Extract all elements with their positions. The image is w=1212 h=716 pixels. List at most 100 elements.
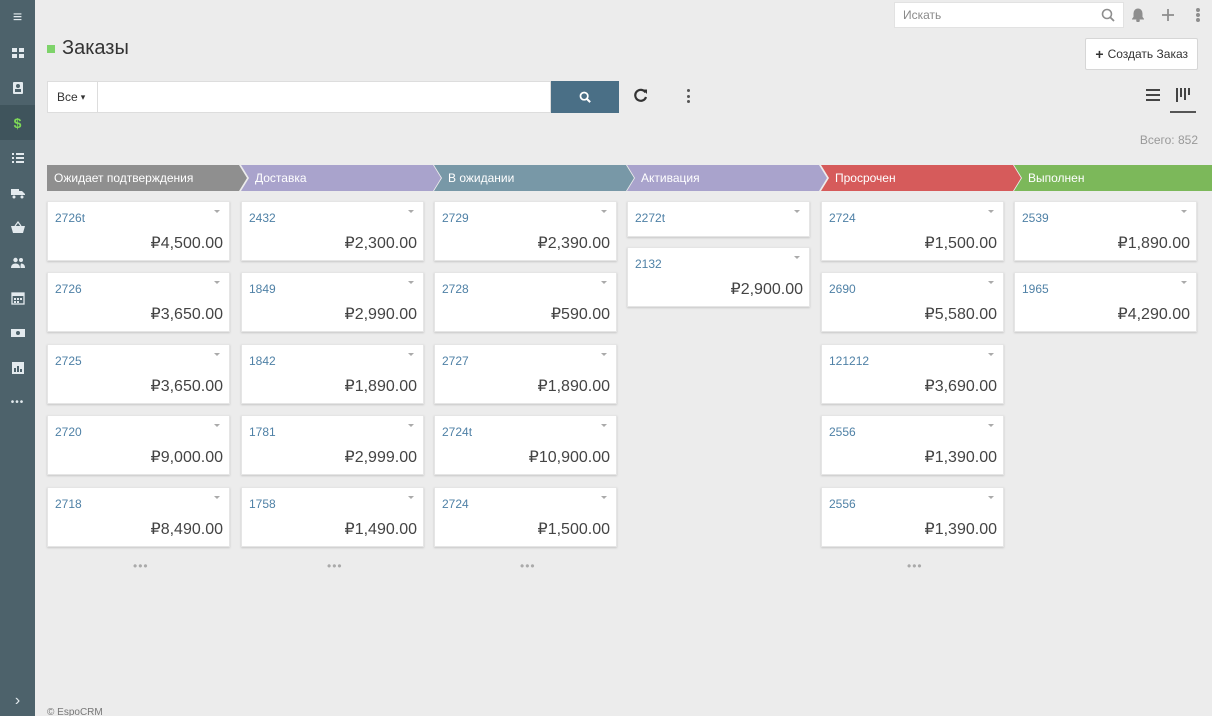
- card-menu-caret-icon[interactable]: [214, 281, 220, 284]
- order-number-link[interactable]: 1965: [1022, 282, 1049, 296]
- card-menu-caret-icon[interactable]: [988, 353, 994, 356]
- show-more-button[interactable]: •••: [133, 559, 149, 573]
- order-card[interactable]: 2724t ₽10,900.00: [434, 415, 617, 475]
- card-menu-caret-icon[interactable]: [408, 353, 414, 356]
- order-card[interactable]: 1965 ₽4,290.00: [1014, 272, 1197, 332]
- bell-icon[interactable]: [1130, 5, 1146, 25]
- card-menu-caret-icon[interactable]: [601, 210, 607, 213]
- order-card[interactable]: 2556 ₽1,390.00: [821, 487, 1004, 547]
- order-number-link[interactable]: 2556: [829, 497, 856, 511]
- order-number-link[interactable]: 1849: [249, 282, 276, 296]
- card-menu-caret-icon[interactable]: [1181, 210, 1187, 213]
- order-number-link[interactable]: 2556: [829, 425, 856, 439]
- card-menu-caret-icon[interactable]: [988, 281, 994, 284]
- calendar-icon[interactable]: [0, 280, 35, 315]
- order-number-link[interactable]: 2718: [55, 497, 82, 511]
- order-card[interactable]: 2272t: [627, 201, 810, 237]
- list-view-button[interactable]: [1146, 88, 1160, 106]
- filter-search-button[interactable]: [551, 81, 619, 113]
- order-number-link[interactable]: 2726: [55, 282, 82, 296]
- order-card[interactable]: 2726t ₽4,500.00: [47, 201, 230, 261]
- card-menu-caret-icon[interactable]: [214, 353, 220, 356]
- search-icon[interactable]: [1100, 5, 1116, 25]
- order-card[interactable]: 1781 ₽2,999.00: [241, 415, 424, 475]
- order-number-link[interactable]: 2720: [55, 425, 82, 439]
- card-menu-caret-icon[interactable]: [988, 210, 994, 213]
- card-menu-caret-icon[interactable]: [408, 496, 414, 499]
- order-card[interactable]: 121212 ₽3,690.00: [821, 344, 1004, 404]
- actions-kebab-button[interactable]: [682, 86, 694, 106]
- order-number-link[interactable]: 2432: [249, 211, 276, 225]
- money-icon[interactable]: [0, 315, 35, 350]
- order-card[interactable]: 2720 ₽9,000.00: [47, 415, 230, 475]
- collapse-icon[interactable]: ›: [0, 686, 35, 716]
- order-card[interactable]: 2132 ₽2,900.00: [627, 247, 810, 307]
- order-card[interactable]: 2727 ₽1,890.00: [434, 344, 617, 404]
- order-number-link[interactable]: 2724t: [442, 425, 472, 439]
- create-order-button[interactable]: + Создать Заказ: [1085, 38, 1198, 70]
- order-number-link[interactable]: 1842: [249, 354, 276, 368]
- card-menu-caret-icon[interactable]: [794, 256, 800, 259]
- card-menu-caret-icon[interactable]: [214, 496, 220, 499]
- order-number-link[interactable]: 1758: [249, 497, 276, 511]
- refresh-button[interactable]: [634, 86, 648, 107]
- order-card[interactable]: 1842 ₽1,890.00: [241, 344, 424, 404]
- more-icon[interactable]: •••: [0, 385, 35, 420]
- order-number-link[interactable]: 2729: [442, 211, 469, 225]
- global-search-input[interactable]: [895, 3, 1123, 27]
- order-card[interactable]: 2556 ₽1,390.00: [821, 415, 1004, 475]
- card-menu-caret-icon[interactable]: [214, 424, 220, 427]
- card-menu-caret-icon[interactable]: [601, 353, 607, 356]
- list-icon[interactable]: [0, 140, 35, 175]
- order-number-link[interactable]: 2728: [442, 282, 469, 296]
- order-card[interactable]: 2539 ₽1,890.00: [1014, 201, 1197, 261]
- order-card[interactable]: 2725 ₽3,650.00: [47, 344, 230, 404]
- order-number-link[interactable]: 2690: [829, 282, 856, 296]
- card-menu-caret-icon[interactable]: [601, 496, 607, 499]
- order-number-link[interactable]: 2539: [1022, 211, 1049, 225]
- order-card[interactable]: 1758 ₽1,490.00: [241, 487, 424, 547]
- users-icon[interactable]: [0, 245, 35, 280]
- dashboard-icon[interactable]: [0, 35, 35, 70]
- card-menu-caret-icon[interactable]: [794, 210, 800, 213]
- order-number-link[interactable]: 2272t: [635, 211, 665, 225]
- card-menu-caret-icon[interactable]: [408, 281, 414, 284]
- menu-icon[interactable]: ≡: [0, 0, 35, 35]
- show-more-button[interactable]: •••: [907, 559, 923, 573]
- card-menu-caret-icon[interactable]: [408, 210, 414, 213]
- order-number-link[interactable]: 2726t: [55, 211, 85, 225]
- card-menu-caret-icon[interactable]: [988, 424, 994, 427]
- order-number-link[interactable]: 121212: [829, 354, 869, 368]
- order-number-link[interactable]: 2132: [635, 257, 662, 271]
- show-more-button[interactable]: •••: [520, 559, 536, 573]
- order-number-link[interactable]: 2724: [442, 497, 469, 511]
- card-menu-caret-icon[interactable]: [601, 424, 607, 427]
- order-number-link[interactable]: 2727: [442, 354, 469, 368]
- card-menu-caret-icon[interactable]: [988, 496, 994, 499]
- filter-search-input[interactable]: [98, 81, 551, 113]
- contacts-icon[interactable]: [0, 70, 35, 105]
- order-card[interactable]: 2432 ₽2,300.00: [241, 201, 424, 261]
- order-card[interactable]: 2690 ₽5,580.00: [821, 272, 1004, 332]
- filter-select[interactable]: Все ▾: [47, 81, 98, 113]
- order-card[interactable]: 1849 ₽2,990.00: [241, 272, 424, 332]
- card-menu-caret-icon[interactable]: [601, 281, 607, 284]
- chart-icon[interactable]: [0, 350, 35, 385]
- order-card[interactable]: 2728 ₽590.00: [434, 272, 617, 332]
- card-menu-caret-icon[interactable]: [1181, 281, 1187, 284]
- order-card[interactable]: 2718 ₽8,490.00: [47, 487, 230, 547]
- card-menu-caret-icon[interactable]: [214, 210, 220, 213]
- order-card[interactable]: 2724 ₽1,500.00: [434, 487, 617, 547]
- order-number-link[interactable]: 1781: [249, 425, 276, 439]
- dollar-icon[interactable]: $: [0, 105, 35, 140]
- basket-icon[interactable]: [0, 210, 35, 245]
- order-number-link[interactable]: 2725: [55, 354, 82, 368]
- plus-icon[interactable]: [1160, 5, 1176, 25]
- order-card[interactable]: 2726 ₽3,650.00: [47, 272, 230, 332]
- menu-kebab-icon[interactable]: [1190, 5, 1206, 25]
- show-more-button[interactable]: •••: [327, 559, 343, 573]
- order-card[interactable]: 2724 ₽1,500.00: [821, 201, 1004, 261]
- order-number-link[interactable]: 2724: [829, 211, 856, 225]
- truck-icon[interactable]: [0, 175, 35, 210]
- card-menu-caret-icon[interactable]: [408, 424, 414, 427]
